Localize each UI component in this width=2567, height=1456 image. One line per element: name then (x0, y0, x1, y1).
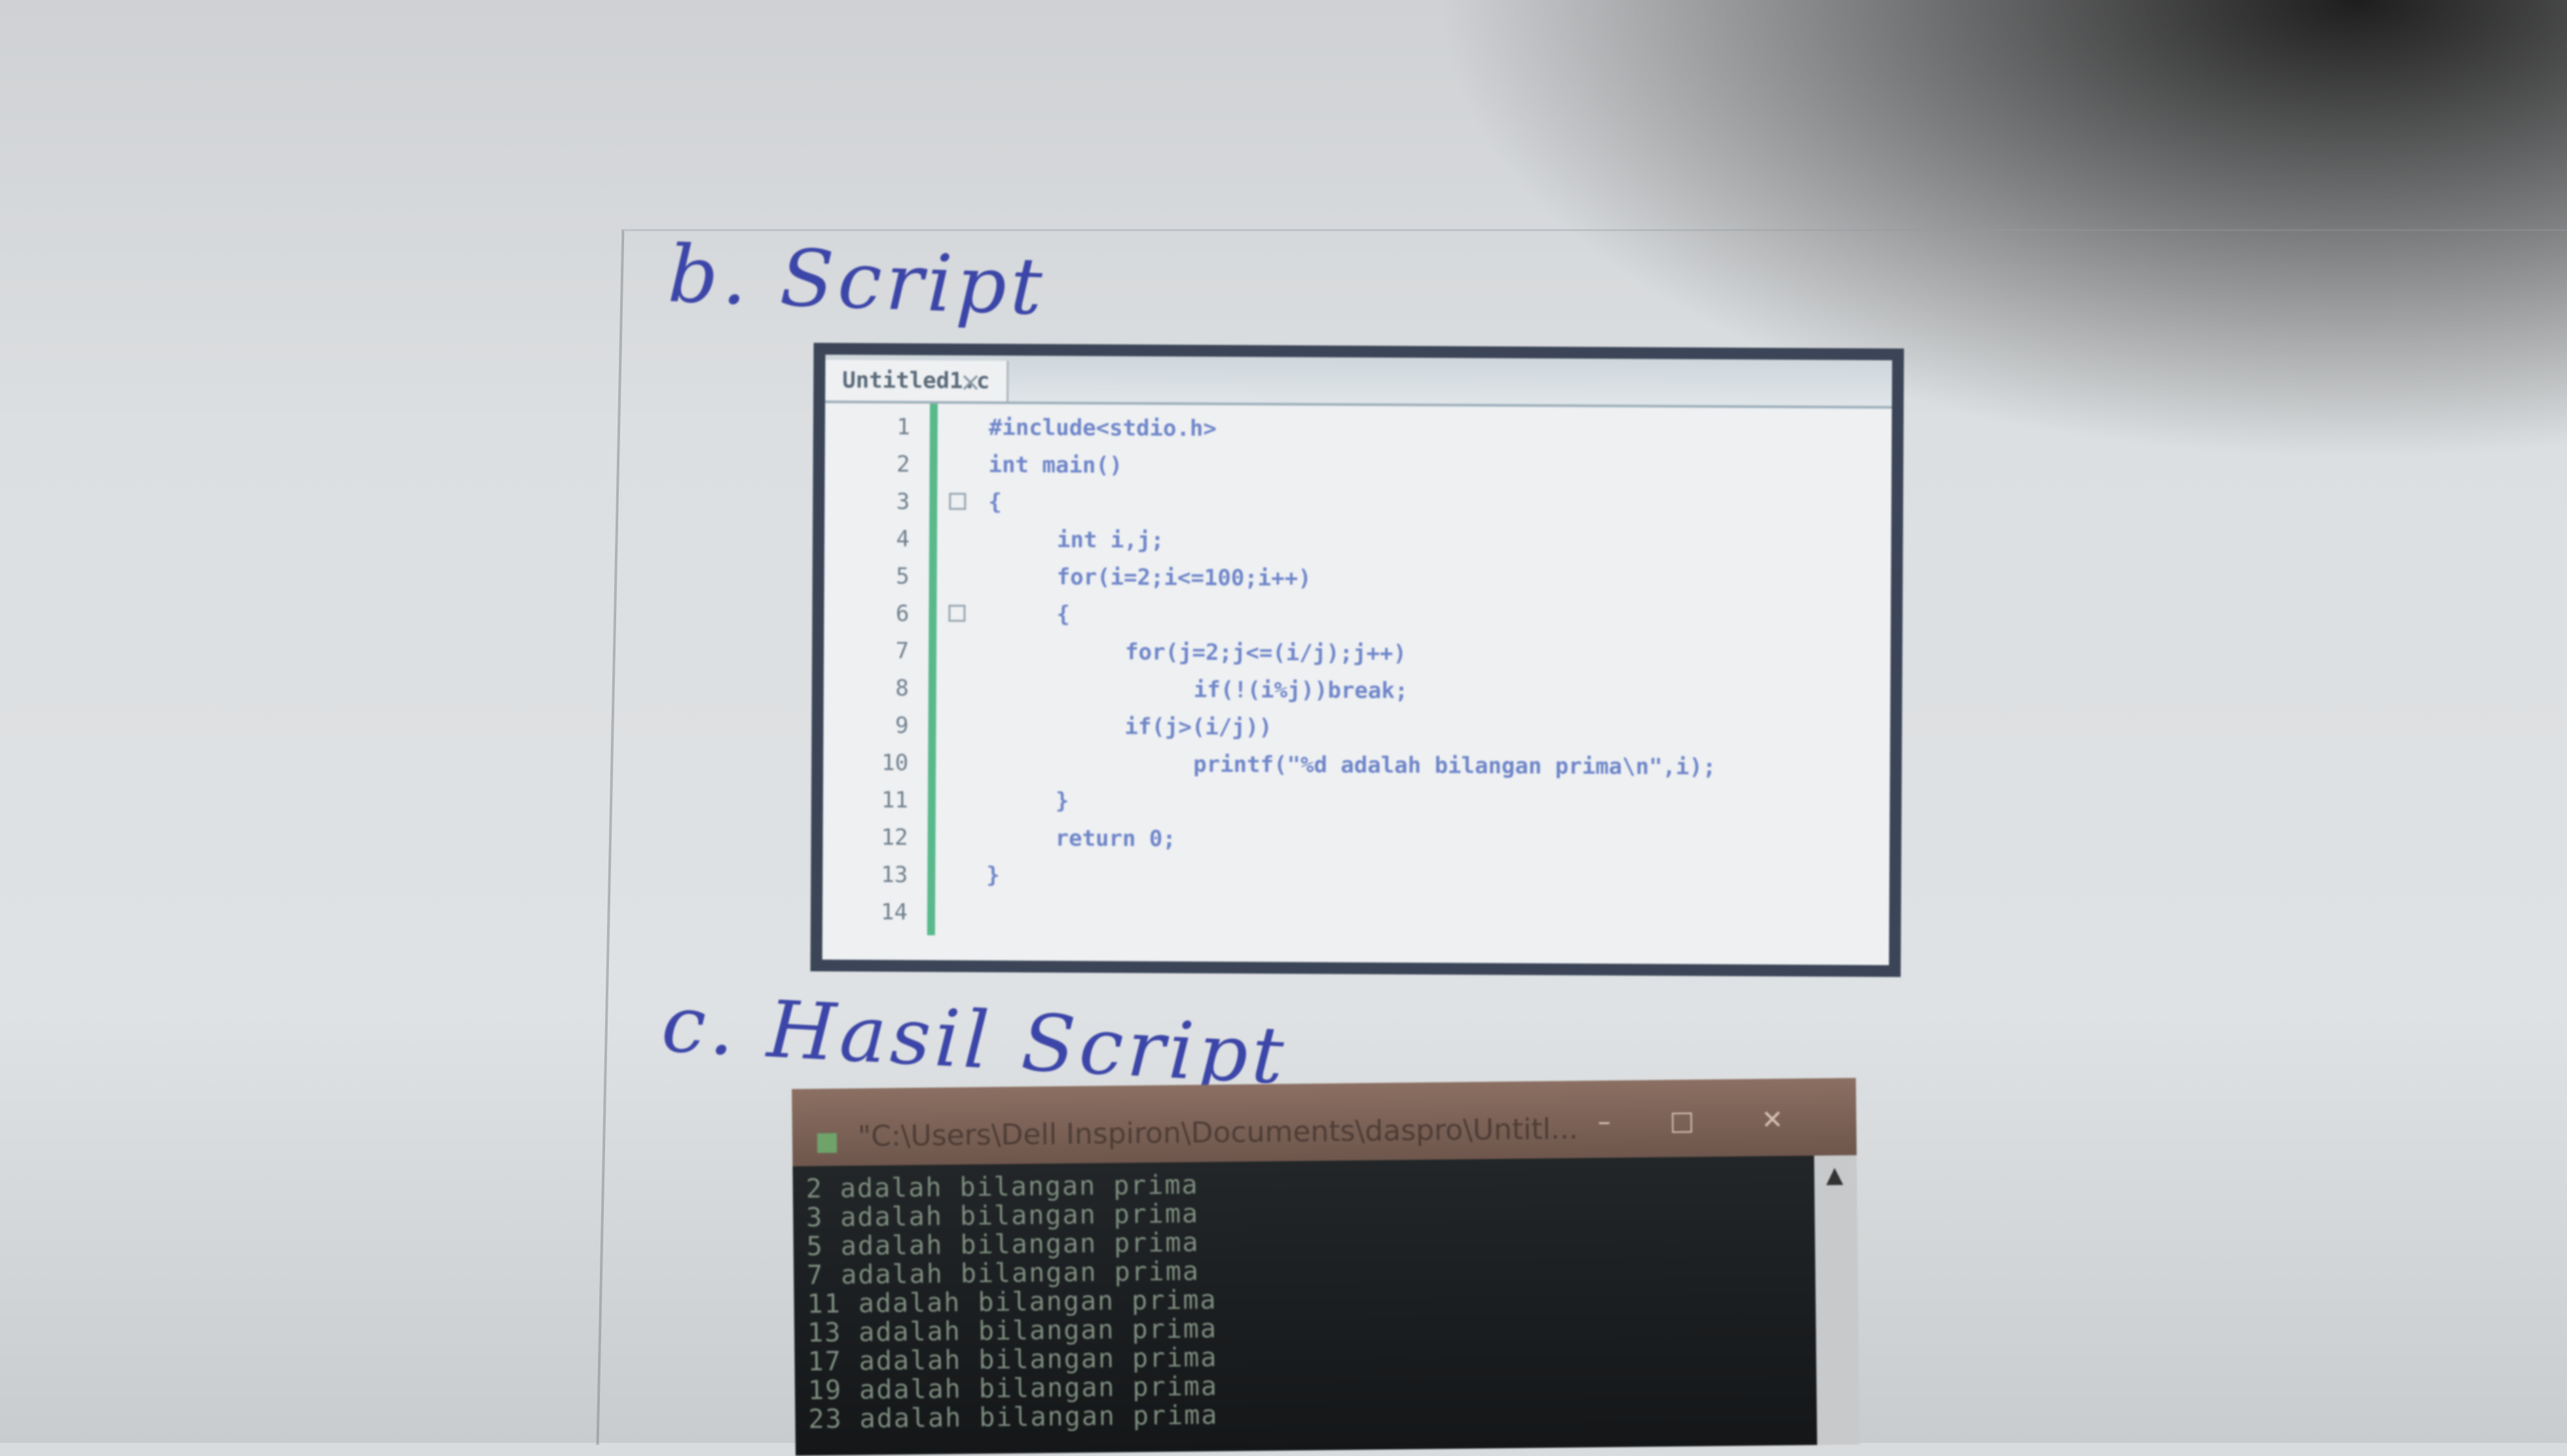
handwritten-heading-script: b. Script (666, 228, 1048, 334)
fold-icon (949, 492, 967, 510)
code-line: 14 (822, 894, 1889, 936)
code-text: } (986, 862, 1000, 889)
line-number: 11 (881, 787, 908, 814)
line-number: 13 (881, 862, 908, 888)
code-text: { (988, 489, 1002, 516)
console-title-bar: "C:\Users\Dell Inspiron\Documents\daspro… (792, 1078, 1857, 1167)
code-text: if(!(i%j))break; (1193, 676, 1409, 704)
code-line: 8 if(!(i%j))break; (824, 670, 1891, 712)
code-line: 3{ (824, 483, 1891, 526)
code-text: for(j=2;j<=(i/j);j++) (1124, 639, 1407, 667)
console-title-text: "C:\Users\Dell Inspiron\Documents\daspro… (857, 1112, 1579, 1154)
code-text: if(j>(i/j)) (1124, 714, 1272, 741)
scroll-up-icon: ▲ (1826, 1161, 1843, 1188)
code-line: 10 printf("%d adalah bilangan prima\n",i)… (823, 744, 1890, 787)
console-app-icon (817, 1133, 838, 1154)
line-number: 10 (881, 750, 909, 776)
line-number: 12 (881, 824, 908, 851)
minimize-icon: – (1597, 1106, 1611, 1137)
code-text: { (1056, 601, 1070, 628)
code-line: 2 int main() (824, 446, 1891, 488)
code-text: int i,j; (1056, 526, 1164, 554)
code-text: return 0; (1055, 825, 1176, 852)
code-text: for(i=2;i<=100;i++) (1056, 564, 1312, 592)
code-line: 9 if(j>(i/j)) (823, 707, 1890, 750)
line-number: 7 (895, 638, 910, 664)
line-number: 2 (896, 451, 910, 478)
code-line: 11} (823, 782, 1890, 824)
code-line: 7 for(j=2;j<=(i/j);j++) (824, 632, 1891, 675)
console-scrollbar: ▲ (1814, 1155, 1860, 1451)
line-number: 8 (895, 675, 909, 702)
code-text: printf("%d adalah bilangan prima\n",i); (1193, 751, 1716, 780)
fold-icon (948, 604, 966, 622)
close-icon: × (959, 367, 982, 397)
editor-tab-bar: Untitled1.c × (825, 354, 1893, 409)
code-line: 5 for(i=2;i<=100;i++) (824, 558, 1891, 600)
code-line: 12 return 0; (822, 819, 1889, 862)
code-line: 1 #include<stdio.h> (825, 409, 1892, 451)
code-line: 4 int i,j; (824, 520, 1891, 563)
line-number: 6 (895, 600, 910, 627)
code-area: 1 #include<stdio.h> 2 int main() 3{4 int i,j;… (822, 403, 1892, 967)
line-number: 3 (896, 488, 910, 515)
code-text: } (1055, 788, 1069, 814)
code-line: 13} (822, 856, 1889, 899)
code-editor-screenshot: Untitled1.c × 1 #include<stdio.h> 2 int mai… (810, 342, 1904, 977)
close-icon: ✕ (1761, 1104, 1784, 1136)
console-output: 2 adalah bilangan prima 3 adalah bilangan… (792, 1156, 1817, 1456)
code-text: int main() (988, 452, 1123, 479)
line-number: 1 (896, 414, 910, 441)
code-text: #include<stdio.h> (988, 414, 1217, 442)
line-number: 5 (896, 563, 910, 590)
console-output-line: 23 adalah bilangan prima (808, 1400, 1219, 1435)
console-window-screenshot: "C:\Users\Dell Inspiron\Documents\daspro… (792, 1078, 1860, 1456)
line-number: 9 (895, 712, 909, 739)
line-number: 4 (896, 526, 910, 553)
maximize-icon: □ (1669, 1106, 1695, 1137)
code-line: 6{ (824, 595, 1891, 638)
line-number: 14 (880, 899, 908, 926)
